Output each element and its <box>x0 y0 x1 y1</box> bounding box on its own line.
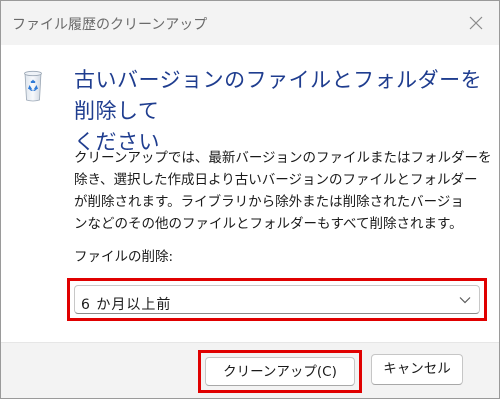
chevron-down-icon <box>459 297 471 304</box>
close-button[interactable] <box>453 1 499 45</box>
heading-line-1: 古いバージョンのファイルとフォルダーを削除して <box>74 68 483 123</box>
description-line-4: ンなどのその他のファイルとフォルダーもすべて削除されます。 <box>74 216 463 232</box>
main-heading: 古いバージョンのファイルとフォルダーを削除して ください <box>74 65 484 158</box>
dropdown-selected-value: 6 か月以上前 <box>81 297 172 313</box>
select-highlight: 6 か月以上前 <box>67 278 487 321</box>
description-line-2: 除き、選択した作成日より古いバージョンのファイルとフォルダー <box>74 172 478 188</box>
close-icon <box>469 16 483 30</box>
description-line-1: クリーンアップでは、最新バージョンのファイルまたはフォルダーを <box>74 150 492 166</box>
cleanup-dialog: ファイル履歴のクリーンアップ 古いバージョンのファイルとフォルダーを削除して く… <box>0 0 500 399</box>
delete-files-label: ファイルの削除: <box>74 249 174 265</box>
description-line-3: が削除されます。ライブラリから除外または削除されたバージョ <box>74 194 464 210</box>
recycle-bin-icon <box>24 70 42 102</box>
cleanup-button[interactable]: クリーンアップ(C) <box>205 357 355 386</box>
description-text: クリーンアップでは、最新バージョンのファイルまたはフォルダーを 除き、選択した作… <box>74 147 492 235</box>
title-bar: ファイル履歴のクリーンアップ <box>1 1 499 45</box>
delete-files-dropdown[interactable]: 6 か月以上前 <box>74 285 480 314</box>
cancel-button[interactable]: キャンセル <box>371 354 463 385</box>
window-title: ファイル履歴のクリーンアップ <box>12 17 208 33</box>
cleanup-button-highlight: クリーンアップ(C) <box>198 350 362 393</box>
